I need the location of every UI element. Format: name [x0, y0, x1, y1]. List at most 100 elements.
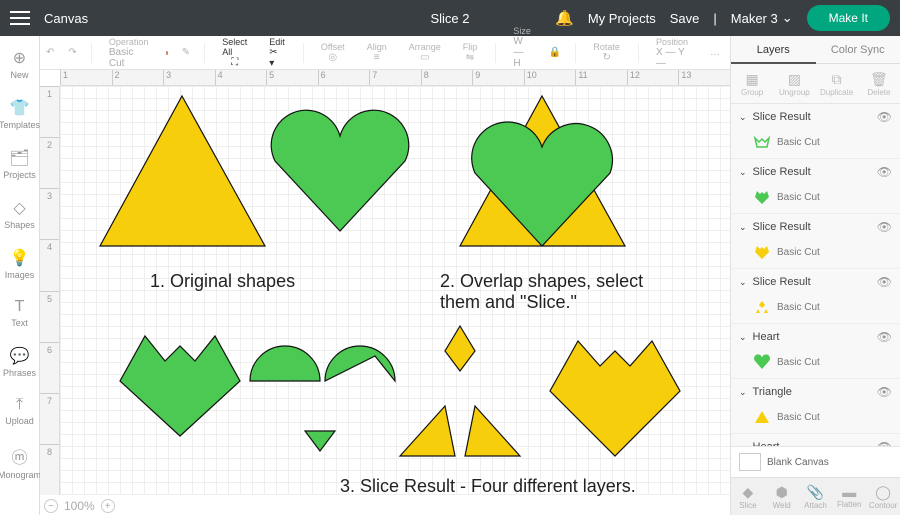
slice-yellow-tri-left[interactable] — [400, 406, 455, 456]
offset-button[interactable]: Offset◎ — [317, 42, 349, 63]
document-title[interactable]: Slice 2 — [430, 11, 469, 26]
visibility-toggle[interactable]: 👁 — [877, 110, 892, 124]
sidebar-item-text[interactable]: TText — [0, 292, 39, 334]
layer-operation: Basic Cut — [777, 412, 820, 423]
layer-thumb — [753, 189, 771, 205]
contour-button[interactable]: ◯Contour — [866, 478, 900, 515]
layer-thumb — [753, 409, 771, 425]
layer-row[interactable]: ⌄ Heart 👁 Basic Cut — [731, 434, 900, 446]
layer-name: Slice Result — [753, 111, 811, 123]
contour-icon: ◯ — [875, 484, 891, 501]
group-button[interactable]: ▦Group — [731, 64, 773, 103]
chevron-down-icon: ⌄ — [782, 10, 793, 26]
ruler-horizontal: 12345678910111213 — [60, 70, 730, 86]
save-button[interactable]: Save — [670, 11, 700, 26]
text-icon: T — [15, 298, 25, 316]
weld-button[interactable]: ⬢Weld — [765, 478, 799, 515]
visibility-toggle[interactable]: 👁 — [877, 385, 892, 399]
slice-icon: ◆ — [743, 484, 754, 501]
make-it-button[interactable]: Make It — [807, 5, 890, 31]
redo-button[interactable]: ↷ — [68, 47, 76, 58]
zoom-out-button[interactable]: − — [44, 499, 58, 513]
machine-select[interactable]: Maker 3 ⌄ — [731, 10, 793, 26]
visibility-toggle[interactable]: 👁 — [877, 330, 892, 344]
canvas-area: 12345678910111213 12345678 1. Original s… — [40, 70, 730, 515]
sidebar-item-upload[interactable]: ⤒Upload — [0, 390, 39, 432]
duplicate-icon: ⧉ — [832, 71, 842, 88]
chevron-down-icon[interactable]: ⌄ — [739, 167, 747, 178]
material-color-swatch[interactable] — [166, 51, 167, 55]
shapes-icon: ◇ — [13, 198, 25, 218]
ungroup-button[interactable]: ▨Ungroup — [773, 64, 815, 103]
layer-row[interactable]: ⌄ Triangle 👁 Basic Cut — [731, 379, 900, 434]
slice-yellow-hex[interactable] — [550, 341, 680, 456]
tab-layers[interactable]: Layers — [731, 36, 816, 64]
layer-row[interactable]: ⌄ Heart 👁 Basic Cut — [731, 324, 900, 379]
menu-icon[interactable] — [10, 11, 30, 25]
zoom-value: 100% — [64, 499, 95, 513]
heart-shape[interactable] — [270, 106, 410, 231]
sidebar-item-new[interactable]: ⊕New — [0, 42, 39, 86]
slice-green-hex[interactable] — [120, 336, 240, 436]
rotate-group[interactable]: Rotate↻ — [589, 42, 624, 63]
chevron-down-icon[interactable]: ⌄ — [739, 222, 747, 233]
undo-button[interactable]: ↶ — [46, 47, 54, 58]
layer-row[interactable]: ⌄ Slice Result 👁 Basic Cut — [731, 214, 900, 269]
visibility-toggle[interactable]: 👁 — [877, 275, 892, 289]
slice-green-tiny-tri[interactable] — [305, 431, 335, 451]
layer-row[interactable]: ⌄ Slice Result 👁 Basic Cut — [731, 159, 900, 214]
chevron-down-icon[interactable]: ⌄ — [739, 112, 747, 123]
chevron-down-icon[interactable]: ⌄ — [739, 277, 747, 288]
arrange-button[interactable]: Arrange▭ — [405, 42, 445, 63]
annotation-3: 3. Slice Result - Four different layers. — [340, 476, 636, 497]
divider: | — [713, 11, 716, 26]
sidebar-item-images[interactable]: 💡Images — [0, 242, 39, 286]
sidebar-item-projects[interactable]: 🗂Projects — [0, 142, 39, 186]
more-button[interactable]: … — [706, 47, 724, 58]
sidebar-item-monogram[interactable]: ⓜMonogram — [0, 438, 39, 486]
align-button[interactable]: Align≡ — [363, 42, 391, 63]
weld-icon: ⬢ — [776, 484, 788, 501]
sidebar-item-templates[interactable]: 👕Templates — [0, 92, 39, 136]
duplicate-button[interactable]: ⧉Duplicate — [816, 64, 858, 103]
pen-icon[interactable]: ✎ — [182, 47, 190, 58]
edit-dropdown[interactable]: Edit✂ ▾ — [265, 37, 289, 69]
right-panel: Layers Color Sync ▦Group ▨Ungroup ⧉Dupli… — [730, 36, 900, 515]
operation-group[interactable]: OperationBasic Cut — [105, 37, 153, 69]
layer-operation: Basic Cut — [777, 302, 820, 313]
canvas[interactable]: 1. Original shapes 2. Overlap shapes, se… — [60, 86, 730, 495]
flatten-button[interactable]: ▬Flatten — [832, 478, 866, 515]
zoom-control[interactable]: − 100% + — [44, 499, 115, 513]
sidebar-item-phrases[interactable]: 💬Phrases — [0, 340, 39, 384]
lock-icon[interactable]: 🔒 — [549, 47, 561, 58]
slice-green-lobe-left[interactable] — [250, 336, 320, 381]
delete-button[interactable]: 🗑Delete — [858, 64, 900, 103]
sidebar-item-shapes[interactable]: ◇Shapes — [0, 192, 39, 236]
bell-icon[interactable]: 🔔 — [555, 9, 574, 27]
tab-color-sync[interactable]: Color Sync — [816, 36, 900, 64]
blank-canvas-row[interactable]: Blank Canvas — [731, 446, 900, 477]
layer-thumb — [753, 244, 771, 260]
upload-icon: ⤒ — [16, 396, 23, 414]
my-projects-link[interactable]: My Projects — [588, 11, 656, 26]
zoom-in-button[interactable]: + — [101, 499, 115, 513]
slice-green-lobe-right[interactable] — [325, 336, 395, 381]
visibility-toggle[interactable]: 👁 — [877, 165, 892, 179]
visibility-toggle[interactable]: 👁 — [877, 220, 892, 234]
slice-yellow-tri-right[interactable] — [465, 406, 520, 456]
select-all-button[interactable]: Select All⛶ — [218, 37, 251, 68]
flip-button[interactable]: Flip⇋ — [459, 42, 482, 63]
layer-row[interactable]: ⌄ Slice Result 👁 Basic Cut — [731, 104, 900, 159]
chevron-down-icon[interactable]: ⌄ — [739, 332, 747, 343]
delete-icon: 🗑 — [870, 71, 888, 88]
layer-row[interactable]: ⌄ Slice Result 👁 Basic Cut — [731, 269, 900, 324]
triangle-shape[interactable] — [100, 96, 265, 246]
slice-yellow-tip[interactable] — [445, 326, 475, 371]
slice-button[interactable]: ◆Slice — [731, 478, 765, 515]
layer-thumb — [753, 299, 771, 315]
chevron-down-icon[interactable]: ⌄ — [739, 387, 747, 398]
heart-shape-2[interactable] — [470, 116, 615, 246]
attach-button[interactable]: 📎Attach — [799, 478, 833, 515]
ungroup-icon: ▨ — [788, 71, 801, 88]
position-group[interactable]: PositionX — Y — — [652, 37, 692, 69]
